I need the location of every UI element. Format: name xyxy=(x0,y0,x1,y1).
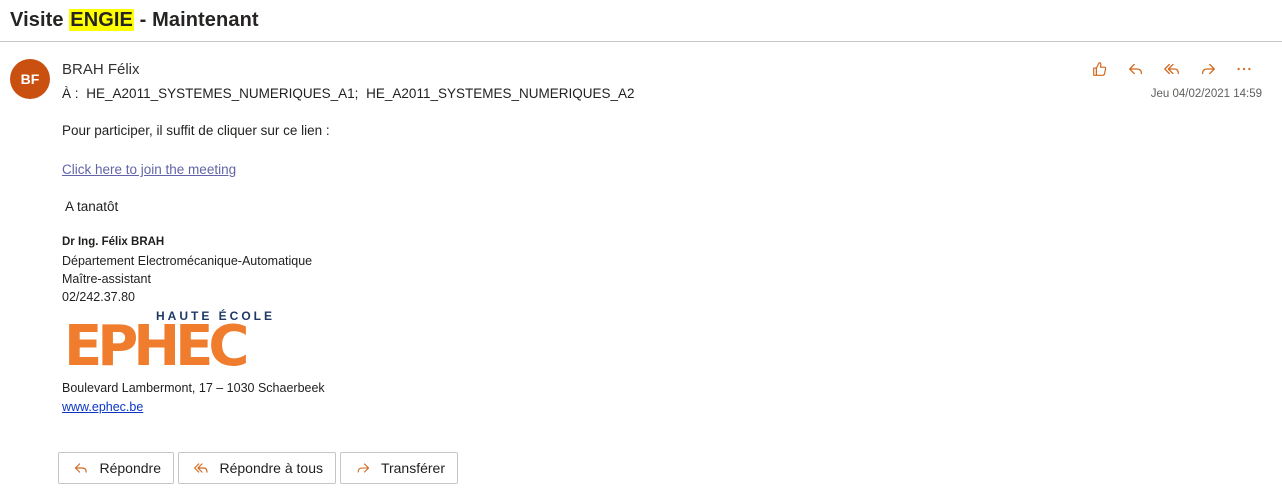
reply-icon xyxy=(1129,63,1143,75)
signature-role: Maître-assistant xyxy=(62,272,151,286)
to-label: À : xyxy=(62,86,79,101)
signature-name: Dr Ing. Félix BRAH xyxy=(62,236,165,248)
reply-all-button-label: Répondre à tous xyxy=(219,460,323,476)
body-closing: A tanatôt xyxy=(65,199,119,214)
forward-button[interactable]: Transférer xyxy=(340,452,458,484)
subject-suffix: - Maintenant xyxy=(134,9,259,31)
recipient[interactable]: HE_A2011_SYSTEMES_NUMERIQUES_A1; xyxy=(86,86,358,101)
recipient[interactable]: HE_A2011_SYSTEMES_NUMERIQUES_A2 xyxy=(366,86,634,101)
reply-button-label: Répondre xyxy=(99,460,162,476)
reply-all-button[interactable]: Répondre à tous xyxy=(178,452,336,484)
reply-icon xyxy=(74,463,87,473)
reply-buttons: Répondre Répondre à tous Transférer xyxy=(58,452,458,484)
forward-icon xyxy=(357,463,370,473)
forward-button-label: Transférer xyxy=(380,460,445,476)
meeting-link[interactable]: Click here to join the meeting xyxy=(62,162,236,177)
recipients-line: À : HE_A2011_SYSTEMES_NUMERIQUES_A1; HE_… xyxy=(62,86,639,101)
signature-department: Département Electromécanique-Automatique xyxy=(62,254,313,268)
subject-prefix: Visite xyxy=(10,9,70,31)
signature-website-link[interactable]: www.ephec.be xyxy=(62,400,143,414)
subject-highlight: ENGIE xyxy=(69,9,135,31)
signature-address: Boulevard Lambermont, 17 – 1030 Schaerbe… xyxy=(62,381,325,395)
more-icon xyxy=(1237,67,1251,71)
email-subject: Visite ENGIE - Maintenant xyxy=(10,9,259,32)
sender-name[interactable]: BRAH Félix xyxy=(62,61,140,78)
reply-button[interactable]: Répondre xyxy=(58,452,174,484)
forward-action-button[interactable] xyxy=(1190,58,1226,80)
logo-name: EPHEC xyxy=(64,314,250,379)
reply-all-icon xyxy=(194,463,208,473)
reply-all-action-button[interactable] xyxy=(1154,58,1190,80)
reply-all-icon xyxy=(1164,63,1179,75)
ephec-logo: HAUTE ÉCOLE EPHEC xyxy=(62,309,286,379)
forward-icon xyxy=(1201,63,1215,75)
body-intro: Pour participer, il suffit de cliquer su… xyxy=(62,123,330,138)
like-button[interactable] xyxy=(1082,58,1118,80)
avatar[interactable]: BF xyxy=(10,59,50,99)
signature-phone: 02/242.37.80 xyxy=(62,290,135,304)
message-actions xyxy=(1082,58,1262,80)
message-date: Jeu 04/02/2021 14:59 xyxy=(1150,88,1262,100)
more-actions-button[interactable] xyxy=(1226,58,1262,80)
subject-bar: Visite ENGIE - Maintenant xyxy=(0,0,1282,42)
like-icon xyxy=(1093,62,1107,76)
reply-action-button[interactable] xyxy=(1118,58,1154,80)
